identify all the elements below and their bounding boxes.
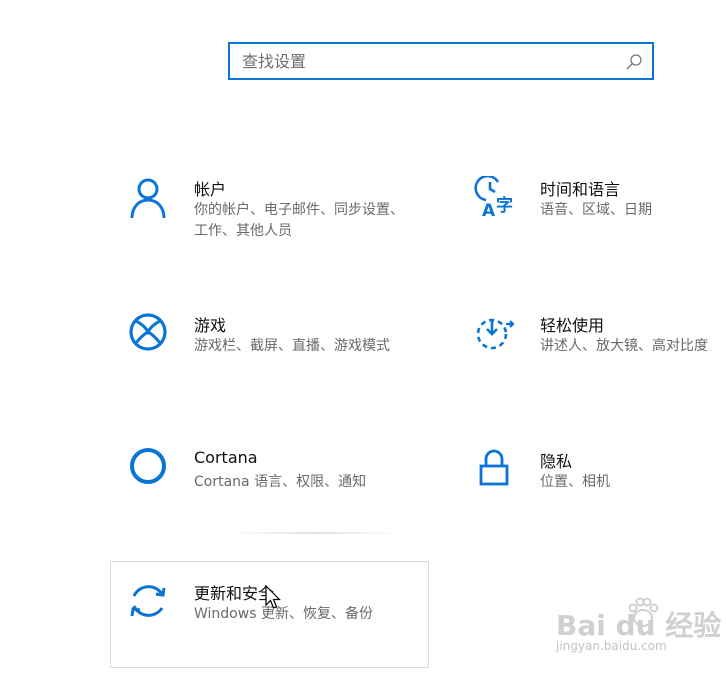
tile-time-language[interactable]: A 字 时间和语言 语音、区域、日期 xyxy=(458,176,726,256)
watermark-url: jingyan.baidu.com xyxy=(556,639,667,653)
tile-title: 游戏 xyxy=(194,316,227,335)
tile-accounts[interactable]: 帐户 你的帐户、电子邮件、同步设置、工作、其他人员 xyxy=(112,176,412,256)
tile-privacy[interactable]: 隐私 位置、相机 xyxy=(458,448,726,528)
lock-icon xyxy=(479,449,509,486)
tile-title: 帐户 xyxy=(194,180,227,199)
tile-description: Cortana 语言、权限、通知 xyxy=(194,474,367,490)
time-language-icon: A 字 xyxy=(474,176,513,220)
cortana-icon xyxy=(130,448,166,484)
tile-description: 位置、相机 xyxy=(540,474,610,490)
tile-title: 轻松使用 xyxy=(540,316,605,335)
svg-text:A: A xyxy=(482,201,496,220)
tile-title: 更新和安全 xyxy=(194,584,275,603)
mouse-cursor-icon xyxy=(265,585,281,609)
tile-description: 游戏栏、截屏、直播、游戏模式 xyxy=(194,338,390,354)
tile-update-security[interactable]: 更新和安全 Windows 更新、恢复、备份 xyxy=(112,580,412,660)
ease-of-access-icon xyxy=(476,318,515,350)
person-icon xyxy=(130,178,166,219)
tile-description: 讲述人、放大镜、高对比度 xyxy=(540,338,708,354)
tile-description: 你的帐户、电子邮件、同步设置、工作、其他人员 xyxy=(194,202,404,239)
tile-ease-of-access[interactable]: 轻松使用 讲述人、放大镜、高对比度 xyxy=(458,312,726,392)
baidu-paw-icon xyxy=(628,597,659,627)
settings-search-box[interactable] xyxy=(228,42,654,80)
xbox-icon xyxy=(129,313,167,351)
search-input[interactable] xyxy=(242,50,612,72)
tile-title: 时间和语言 xyxy=(540,180,621,199)
tile-gaming[interactable]: 游戏 游戏栏、截屏、直播、游戏模式 xyxy=(112,312,412,392)
divider xyxy=(230,532,400,534)
tile-description: 语音、区域、日期 xyxy=(540,202,652,218)
tile-title: Cortana xyxy=(194,448,258,467)
svg-text:字: 字 xyxy=(496,195,513,216)
tile-cortana[interactable]: Cortana Cortana 语言、权限、通知 xyxy=(112,448,412,528)
baidu-watermark: Bai du 经验 jingyan.baidu.com xyxy=(556,597,721,658)
tile-title: 隐私 xyxy=(540,452,573,471)
tile-description: Windows 更新、恢复、备份 xyxy=(194,606,373,622)
sync-icon xyxy=(130,585,166,617)
search-icon[interactable] xyxy=(624,52,644,72)
